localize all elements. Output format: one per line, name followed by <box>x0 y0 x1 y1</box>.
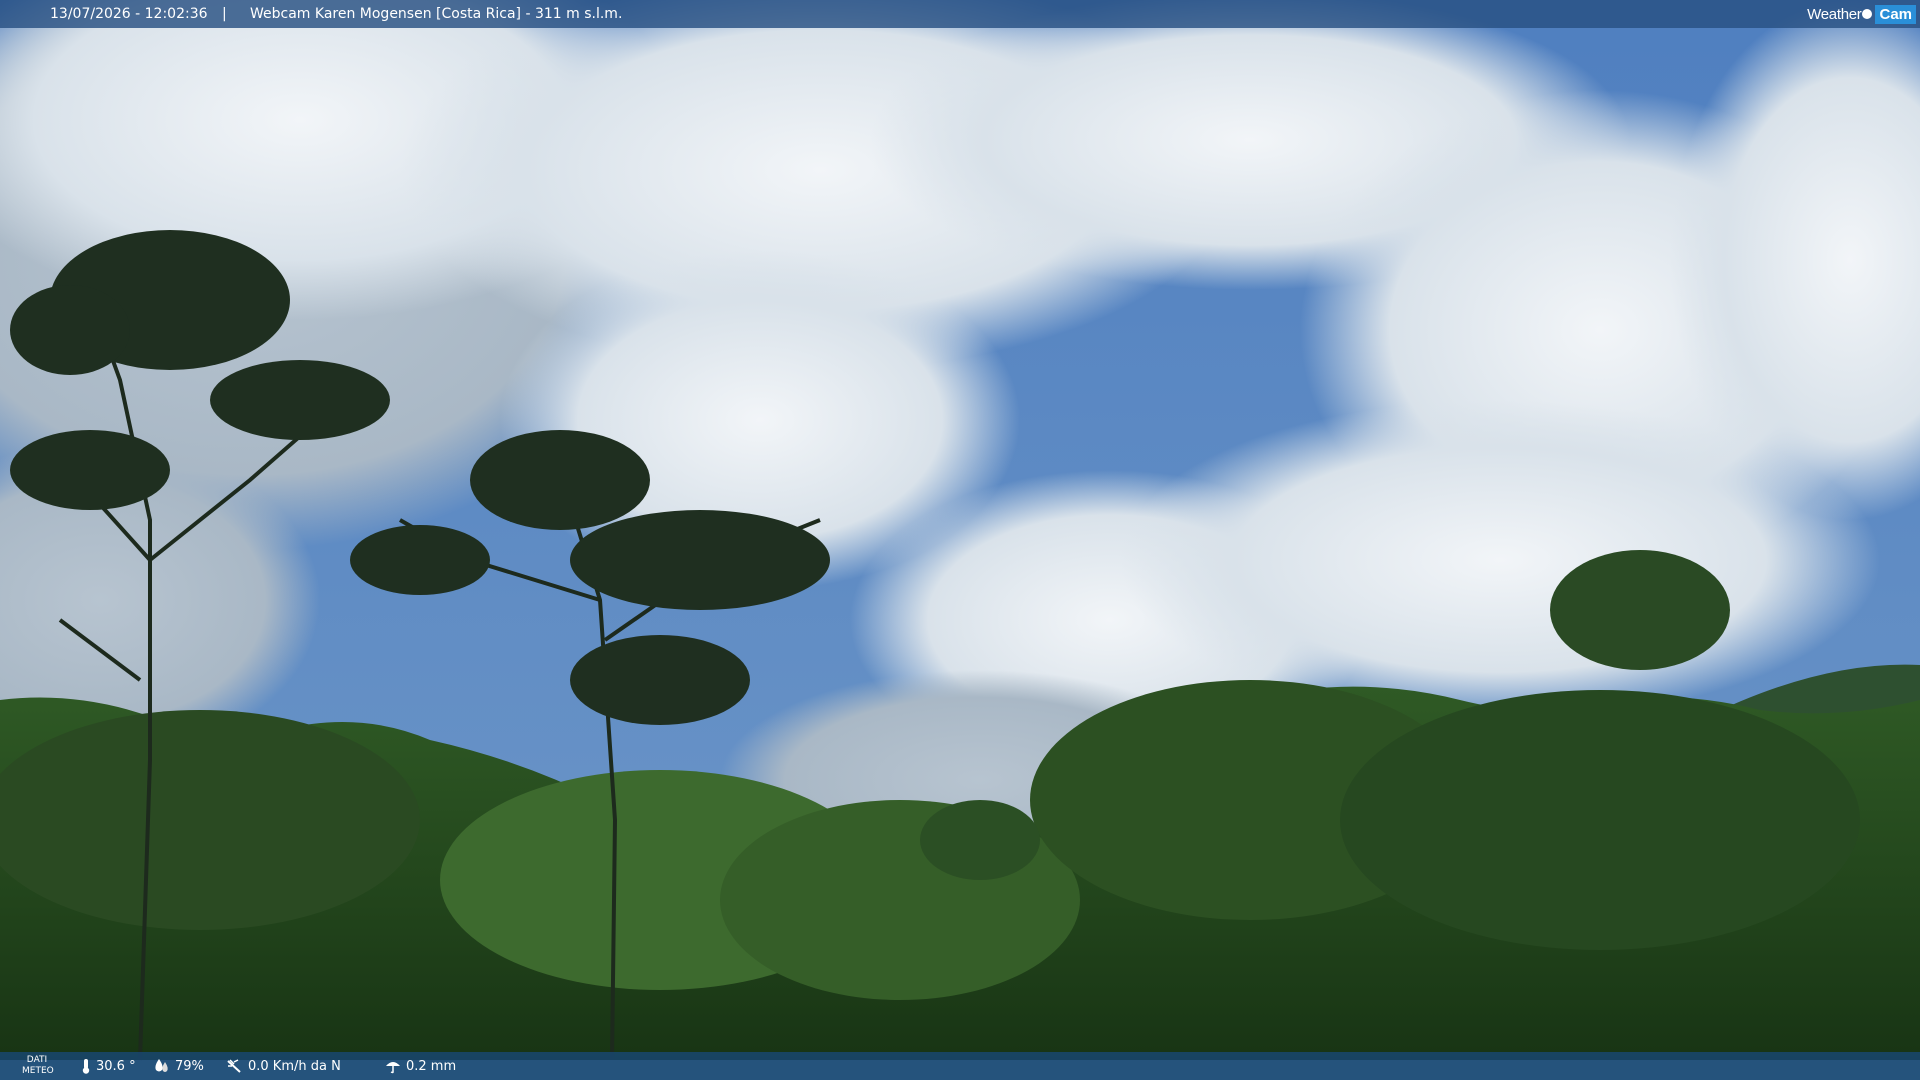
humidity-icon <box>155 1059 168 1072</box>
meteo-label: DATI METEO <box>22 1055 54 1076</box>
wind-metric: 0.0 Km/h da N <box>226 1058 341 1074</box>
datetime-label: 13/07/2026 - 12:02:36 <box>50 6 208 22</box>
humidity-metric: 79% <box>153 1058 204 1074</box>
logo-text-weather: Weather <box>1807 5 1862 23</box>
separator: | <box>222 6 227 22</box>
rain-value: 0.2 mm <box>406 1058 457 1074</box>
rain-icon <box>386 1062 400 1074</box>
thermometer-icon <box>82 1059 90 1074</box>
webcam-image <box>0 0 1920 1080</box>
wind-value: 0.0 Km/h da N <box>248 1058 341 1074</box>
webcam-title: Webcam Karen Mogensen [Costa Rica] - 311… <box>250 6 623 22</box>
wind-icon <box>227 1059 241 1073</box>
humidity-value: 79% <box>175 1058 204 1074</box>
logo-text-cam: Cam <box>1875 4 1916 24</box>
temperature-metric: 30.6 ° <box>80 1058 136 1074</box>
temperature-value: 30.6 ° <box>96 1058 136 1074</box>
weathercam-logo[interactable]: Weather Cam <box>1807 2 1916 26</box>
logo-dot-icon <box>1862 9 1873 19</box>
top-info-bar: 13/07/2026 - 12:02:36 | Webcam Karen Mog… <box>0 0 1920 28</box>
rain-metric: 0.2 mm <box>384 1058 456 1074</box>
weather-data-bar: DATI METEO 30.6 ° 79% 0.0 Km/h da N 0.2 … <box>0 1052 1920 1080</box>
